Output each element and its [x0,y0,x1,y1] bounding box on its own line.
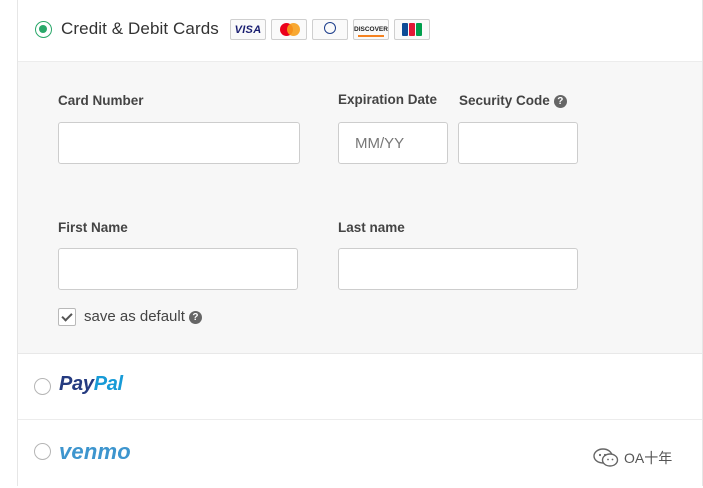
security-code-label-text: Security Code [459,93,550,108]
save-default-checkbox[interactable] [58,308,76,326]
save-default-label: save as default? [84,308,202,325]
card-method-label[interactable]: Credit & Debit Cards [61,19,219,39]
save-default-label-text: save as default [84,308,185,325]
diners-club-logo-icon [312,19,348,40]
paypal-radio[interactable] [34,378,51,395]
paypal-method-row[interactable]: PayPal [18,355,702,420]
card-method-radio[interactable] [35,21,52,38]
security-code-input[interactable] [458,122,578,164]
security-code-label: Security Code? [459,93,567,108]
jcb-logo-icon [394,19,430,40]
discover-logo-text: DISCOVER [354,26,388,33]
card-logos: VISA DISCOVER [230,19,430,40]
mastercard-logo-icon [271,19,307,40]
watermark-text: OA十年 [624,450,673,466]
visa-logo-text: VISA [234,23,262,36]
paypal-logo: PayPal [59,373,123,396]
discover-logo-icon: DISCOVER [353,19,389,40]
payment-panel: Credit & Debit Cards VISA DISCOVER Card [17,0,703,486]
wechat-icon [593,448,619,467]
visa-logo-icon: VISA [230,19,266,40]
paypal-logo-part2: Pal [93,373,123,395]
paypal-logo-part1: Pay [59,373,94,395]
security-code-help-icon[interactable]: ? [553,95,567,108]
card-number-input[interactable] [58,122,300,164]
venmo-radio[interactable] [34,443,51,460]
last-name-label: Last name [338,220,405,235]
expiration-date-label: Expiration Date [338,92,438,107]
checkmark-icon [61,310,73,322]
watermark: OA十年 [593,448,672,468]
first-name-label: First Name [58,220,128,235]
first-name-input[interactable] [58,248,298,290]
card-method-header[interactable]: Credit & Debit Cards VISA DISCOVER [18,0,702,62]
venmo-logo: venmo [59,439,131,464]
last-name-input[interactable] [338,248,578,290]
card-form: Card Number Expiration Date Security Cod… [18,62,702,354]
expiration-date-input[interactable] [338,122,448,164]
card-number-label: Card Number [58,93,144,108]
save-default-help-icon[interactable]: ? [188,311,202,324]
